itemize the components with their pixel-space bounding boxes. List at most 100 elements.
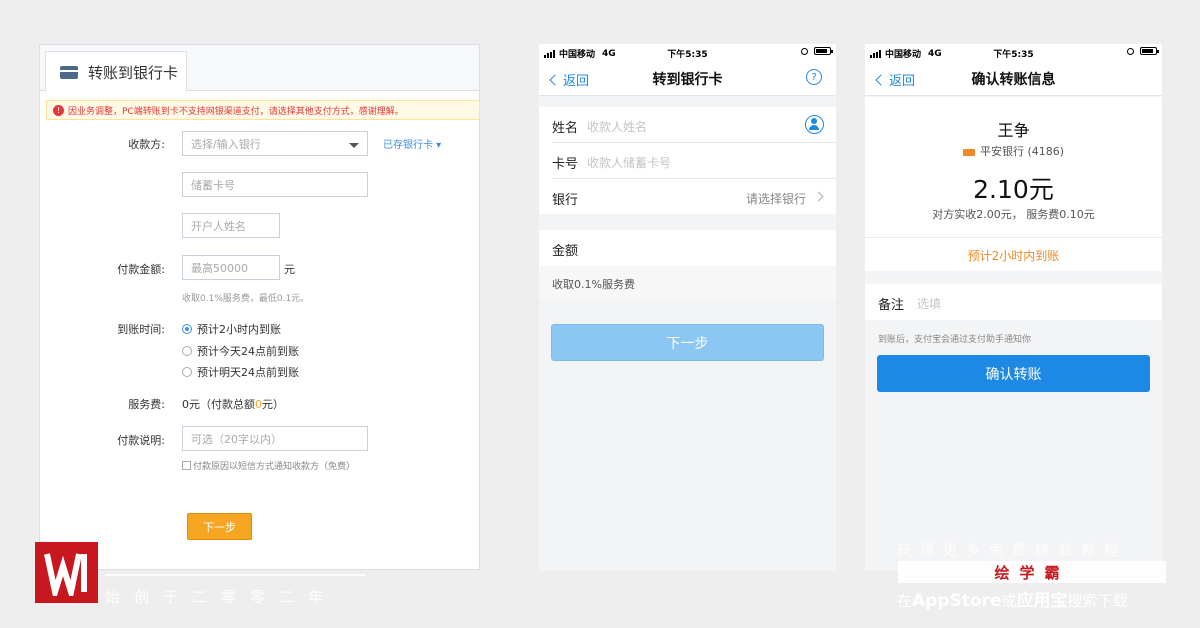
service-fee-total: 0 <box>255 398 262 411</box>
download-prefix: 在 <box>897 592 913 610</box>
remark-row[interactable]: 备注 选填 <box>865 284 1162 320</box>
contact-icon[interactable] <box>805 115 824 134</box>
radio-unchecked-icon <box>182 367 192 377</box>
arrival-row: 预计2小时内到账 <box>865 238 1162 271</box>
status-right <box>801 47 833 55</box>
battery-icon <box>814 47 833 55</box>
service-fee-label: 服务费: <box>128 398 165 411</box>
recipient-name: 王争 <box>997 121 1030 140</box>
bank-select[interactable]: 选择/输入银行 <box>182 131 368 156</box>
saved-cards-link[interactable]: 已存银行卡 ▾ <box>383 136 441 151</box>
service-fee-value: 0元（付款总额0元） <box>182 396 284 412</box>
chevron-down-icon <box>349 143 359 148</box>
bank-placeholder: 请选择银行 <box>745 192 806 206</box>
remark-input[interactable]: 可选（20字以内） <box>182 426 368 451</box>
rotation-lock-icon <box>801 47 808 55</box>
sms-notify-checkbox[interactable]: 付款原因以短信方式通知收款方（免费） <box>182 459 355 472</box>
card-number-placeholder: 储蓄卡号 <box>191 178 235 192</box>
account-name-placeholder: 开户人姓名 <box>191 219 246 233</box>
arrival-label: 到账时间: <box>117 323 165 336</box>
transfer-summary: 王争 平安银行 (4186) 2.10元 对方实收2.00元， 服务费0.10元 <box>865 97 1162 238</box>
watermark-tagline: 获得更多免费精品教程 <box>897 543 1127 559</box>
nav-bar: 返回 确认转账信息 <box>865 61 1162 96</box>
or-text: 或 <box>1001 592 1017 610</box>
status-time: 下午5:35 <box>667 50 708 60</box>
amount-unit: 元 <box>284 263 295 276</box>
bank-label: 银行 <box>552 193 579 208</box>
radio-checked-icon <box>182 324 192 334</box>
payee-label: 收款方: <box>128 138 165 151</box>
confirm-transfer-button[interactable]: 确认转账 <box>877 355 1150 392</box>
name-placeholder: 收款人姓名 <box>587 120 648 134</box>
account-name-input[interactable]: 开户人姓名 <box>182 213 280 238</box>
fee-hint: 收取0.1%服务费，最低0.1元。 <box>182 294 310 304</box>
tab-label: 转账到银行卡 <box>88 63 179 82</box>
w-logo-icon <box>43 552 87 596</box>
arrival-note: 预计2小时内到账 <box>967 249 1060 263</box>
bank-line: 平安银行 (4186) <box>865 143 1162 159</box>
download-suffix: 搜索下载 <box>1067 592 1128 610</box>
pc-transfer-panel: 转账到银行卡 ! 因业务调整，PC端转账到卡不支持网银渠道支付，请选择其他支付方… <box>39 44 480 570</box>
watermark-brand: 绘学霸 <box>898 561 1166 583</box>
app-treasure-text: 应用宝 <box>1016 591 1068 611</box>
status-time: 下午5:35 <box>993 50 1034 60</box>
remark-placeholder: 选填 <box>917 297 942 311</box>
status-bar: 中国移动 4G 下午5:35 <box>865 44 1162 61</box>
sms-checkbox-label: 付款原因以短信方式通知收款方（免费） <box>193 462 356 472</box>
card-number-input[interactable]: 储蓄卡号 <box>182 172 368 197</box>
status-bar: 中国移动 4G 下午5:35 <box>539 44 836 61</box>
name-label: 姓名 <box>552 121 579 136</box>
remark-label: 付款说明: <box>117 434 165 447</box>
amount-label: 付款金额: <box>117 263 165 276</box>
bank-select-placeholder: 选择/输入银行 <box>191 137 261 151</box>
notice-banner: ! 因业务调整，PC端转账到卡不支持网银渠道支付，请选择其他支付方式，感谢理解。 <box>46 100 480 120</box>
arrival-option-label: 预计明天24点前到账 <box>197 366 299 379</box>
page-title: 确认转账信息 <box>971 72 1056 88</box>
arrival-option-2h[interactable]: 预计2小时内到账 <box>182 321 281 337</box>
service-fee-suffix: 元） <box>262 398 284 411</box>
brand-divider <box>105 574 365 576</box>
card-placeholder: 收款人储蓄卡号 <box>587 156 672 170</box>
fee-note: 收取0.1%服务费 <box>552 278 635 291</box>
chevron-right-icon <box>813 191 824 202</box>
nav-bar: 返回 转到银行卡 ? <box>539 61 836 96</box>
arrival-option-tomorrow[interactable]: 预计明天24点前到账 <box>182 364 299 380</box>
bank-line-text: 平安银行 (4186) <box>979 145 1065 158</box>
battery-icon <box>1140 47 1159 55</box>
amount-row[interactable]: 金额 <box>539 230 836 266</box>
notice-text: 因业务调整，PC端转账到卡不支持网银渠道支付，请选择其他支付方式，感谢理解。 <box>68 106 404 117</box>
checkbox-icon <box>182 461 191 470</box>
next-button-disabled[interactable]: 下一步 <box>551 324 824 361</box>
brand-logo <box>35 542 98 603</box>
arrival-option-today[interactable]: 预计今天24点前到账 <box>182 343 299 359</box>
arrival-option-label: 预计2小时内到账 <box>197 323 281 336</box>
amount-input[interactable]: 最高50000 <box>182 255 280 280</box>
page-title: 转到银行卡 <box>652 72 723 88</box>
status-right <box>1127 47 1159 55</box>
warning-icon: ! <box>53 104 64 116</box>
appstore-text: AppStore <box>912 591 1002 611</box>
amount-placeholder: 最高50000 <box>191 261 248 275</box>
help-icon[interactable]: ? <box>806 69 822 85</box>
next-button[interactable]: 下一步 <box>187 513 252 540</box>
name-row[interactable]: 姓名 收款人姓名 <box>539 107 836 143</box>
bank-row[interactable]: 银行 请选择银行 <box>539 179 836 214</box>
service-fee-prefix: 0元（付款总额 <box>182 398 255 411</box>
rotation-lock-icon <box>1127 47 1134 55</box>
bank-card-icon <box>60 65 78 79</box>
since-text: 始创于二零零二年 <box>105 588 338 606</box>
amount-detail: 对方实收2.00元， 服务费0.10元 <box>932 208 1095 221</box>
tab-transfer-to-card[interactable]: 转账到银行卡 <box>45 51 187 92</box>
arrival-option-label: 预计今天24点前到账 <box>197 345 299 358</box>
tab-bar: 转账到银行卡 <box>40 45 479 92</box>
fee-note-row: 收取0.1%服务费 <box>539 266 836 299</box>
pingan-bank-icon <box>962 148 975 156</box>
card-label: 卡号 <box>552 157 579 172</box>
phone-confirm-transfer: 中国移动 4G 下午5:35 返回 确认转账信息 王争 平安银行 (4186) … <box>865 44 1162 571</box>
card-row[interactable]: 卡号 收款人储蓄卡号 <box>539 143 836 179</box>
phone-transfer-to-card: 中国移动 4G 下午5:35 返回 转到银行卡 ? 姓名 收款人姓名 卡号 收款… <box>539 44 836 571</box>
amount-label: 金额 <box>552 244 579 259</box>
radio-unchecked-icon <box>182 346 192 356</box>
remark-placeholder: 可选（20字以内） <box>191 432 282 446</box>
remark-label: 备注 <box>878 298 905 313</box>
